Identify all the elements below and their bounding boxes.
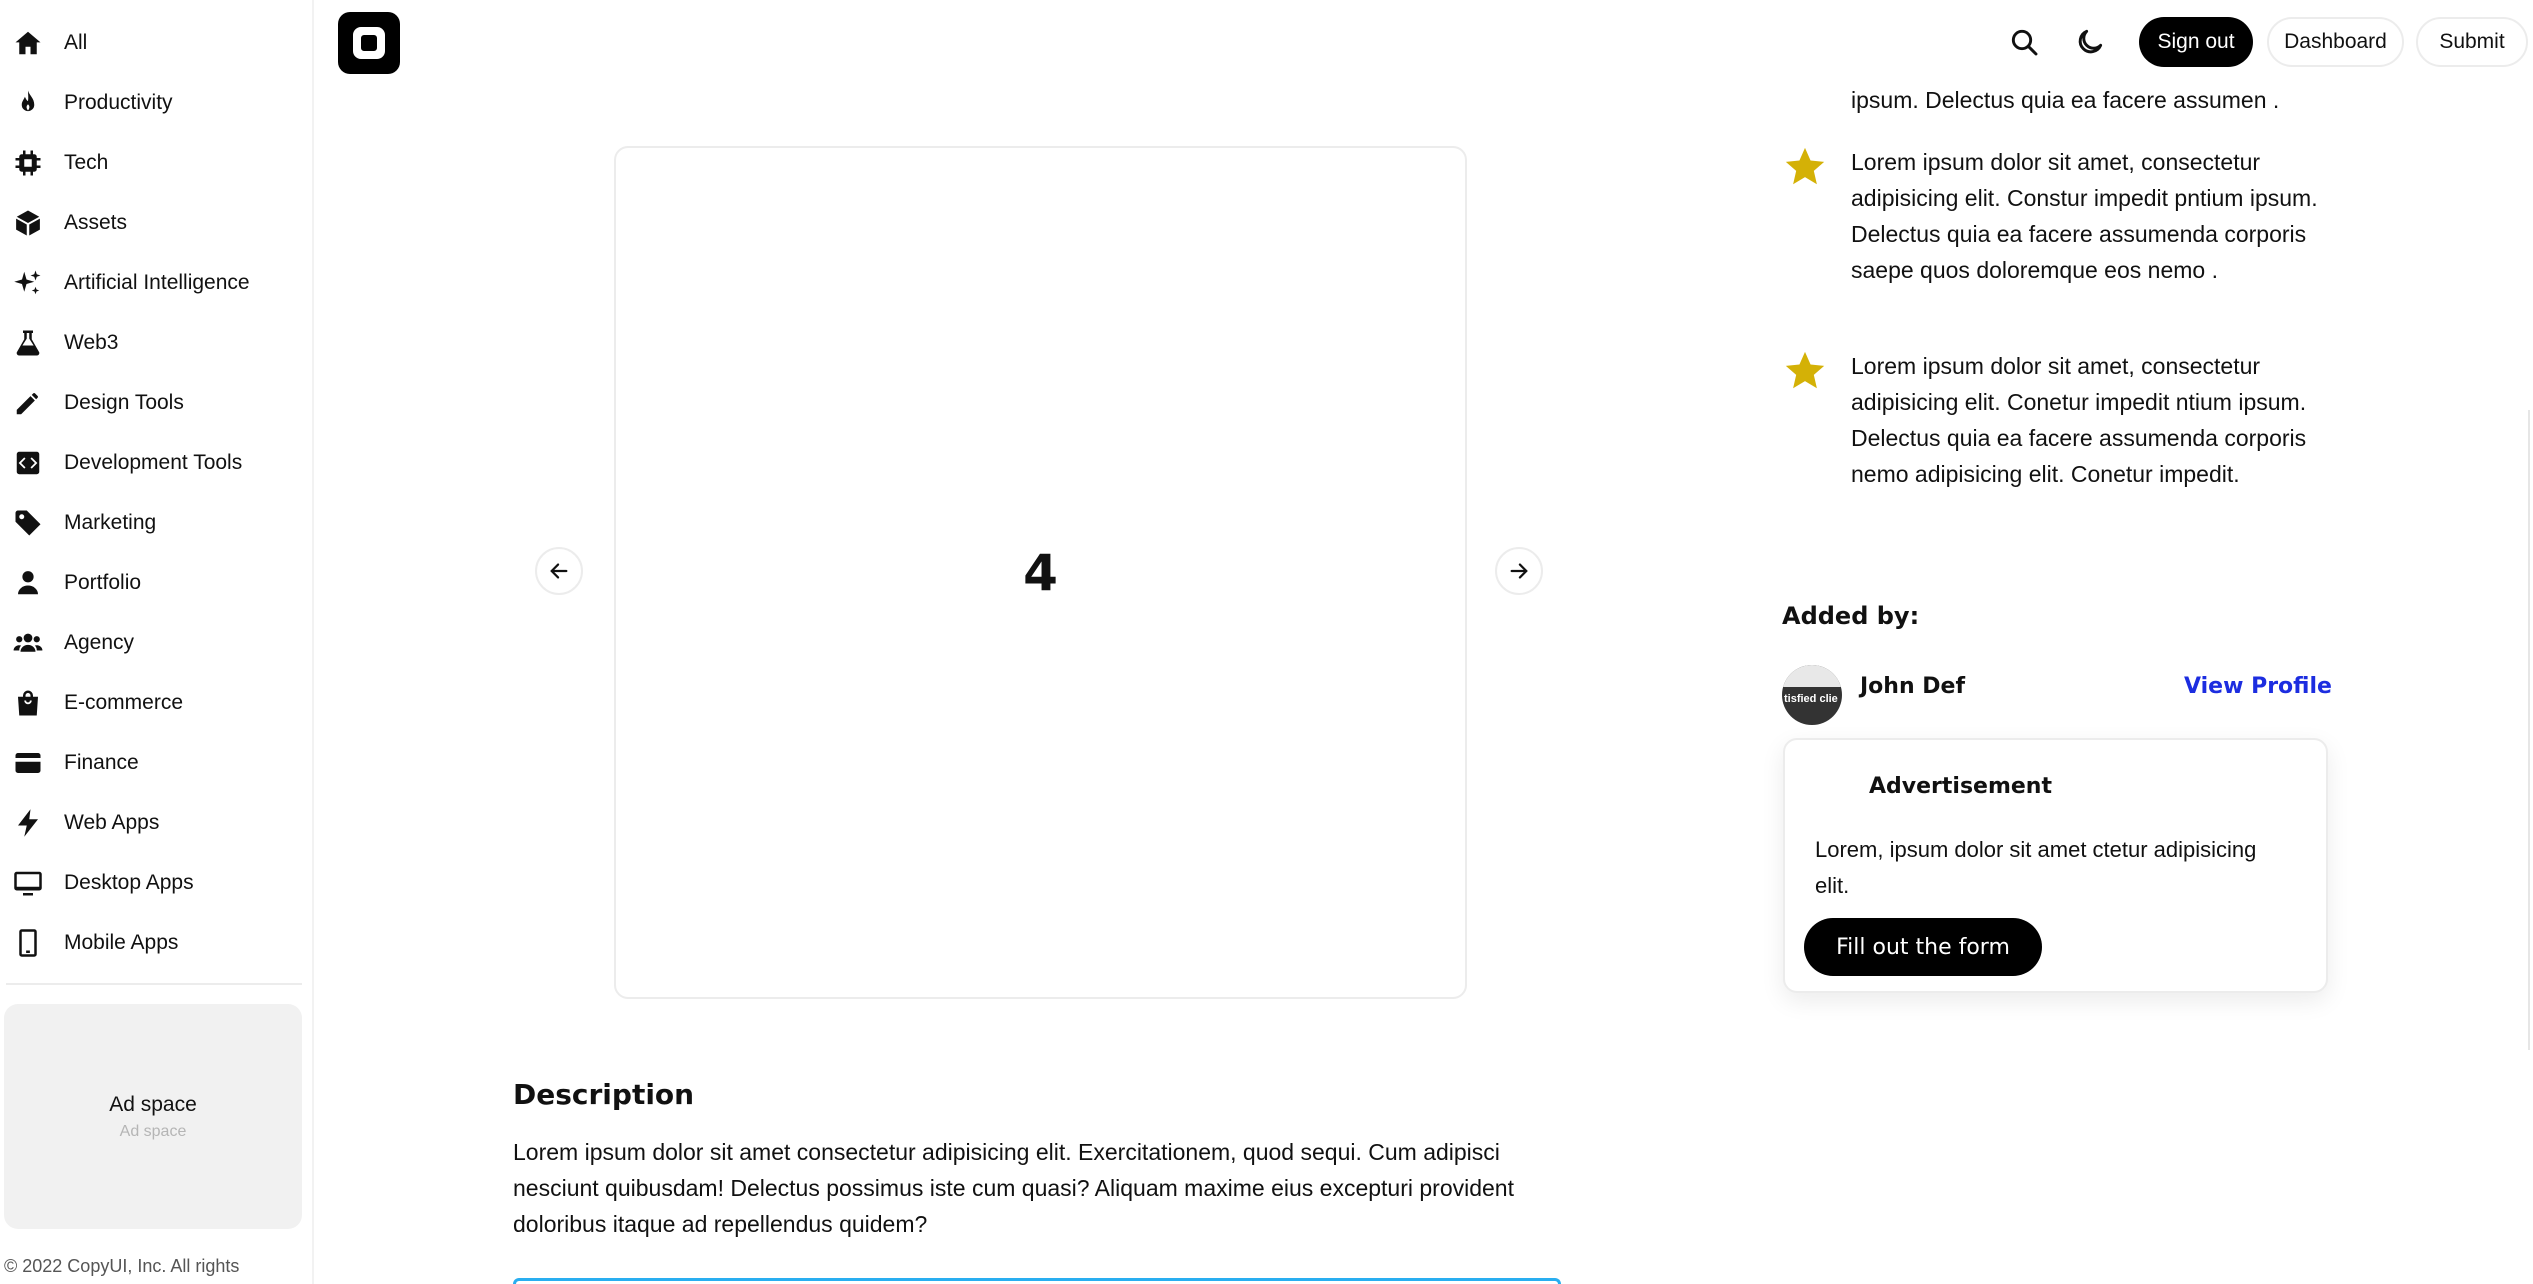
sidebar-item-label: E-commerce (64, 691, 184, 714)
sidebar-item-tech[interactable]: Tech (12, 138, 302, 188)
advertisement-text: Lorem, ipsum dolor sit amet ctetur adipi… (1815, 837, 2257, 898)
dashboard-button[interactable]: Dashboard (2267, 17, 2404, 67)
sidebar-item-label: Agency (64, 631, 135, 654)
sidebar-item-label: Marketing (64, 511, 157, 534)
logo[interactable] (338, 12, 400, 74)
tag-icon (12, 507, 44, 539)
sidebar-item-mobile-apps[interactable]: Mobile Apps (12, 918, 302, 968)
avatar[interactable]: tisfied clie (1782, 665, 1842, 725)
arrow-right-icon (1510, 563, 1528, 579)
carousel-prev-button[interactable] (535, 547, 583, 595)
home-icon (12, 27, 44, 59)
sidebar-divider (6, 983, 302, 985)
sign-out-button[interactable]: Sign out (2139, 17, 2253, 67)
sidebar-item-portfolio[interactable]: Portfolio (12, 558, 302, 608)
sidebar-item-desktop-apps[interactable]: Desktop Apps (12, 858, 302, 908)
theme-toggle-button[interactable] (2070, 22, 2110, 62)
ad-space-title: Ad space (109, 1092, 197, 1116)
sidebar-item-label: Web Apps (64, 811, 160, 834)
mobile-icon (12, 927, 44, 959)
flask-icon (12, 327, 44, 359)
sidebar-item-productivity[interactable]: Productivity (12, 78, 302, 128)
sidebar-item-label: Productivity (64, 91, 173, 114)
slide-number: 4 (1023, 543, 1058, 602)
bolt-icon (12, 807, 44, 839)
sidebar-item-artificial-intelligence[interactable]: Artificial Intelligence (12, 258, 302, 308)
bottom-card-edge (513, 1278, 1561, 1284)
view-profile-link[interactable]: View Profile (2184, 674, 2332, 699)
carousel-next-button[interactable] (1495, 547, 1543, 595)
review-text-partial: ipsum. Delectus quia ea facere assumen . (1851, 87, 2280, 113)
star-icon (1785, 147, 1825, 185)
logo-icon (353, 27, 385, 59)
advertisement-card: Advertisement Lorem, ipsum dolor sit ame… (1783, 738, 2328, 993)
pencil-icon (12, 387, 44, 419)
sidebar-item-finance[interactable]: Finance (12, 738, 302, 788)
shopping-bag-icon (12, 687, 44, 719)
avatar-image-text: tisfied clie (1784, 693, 1838, 705)
credit-card-icon (12, 747, 44, 779)
sidebar-item-web-apps[interactable]: Web Apps (12, 798, 302, 848)
submit-button[interactable]: Submit (2416, 17, 2528, 67)
moon-icon (2078, 29, 2103, 54)
sidebar-item-label: Finance (64, 751, 139, 774)
copyright-text: © 2022 CopyUI, Inc. All rights (4, 1256, 240, 1276)
fire-icon (12, 87, 44, 119)
sidebar-item-label: Development Tools (64, 451, 243, 474)
star-icon (1785, 351, 1825, 389)
sidebar-item-agency[interactable]: Agency (12, 618, 302, 668)
sidebar-item-e-commerce[interactable]: E-commerce (12, 678, 302, 728)
carousel-slide: 4 (614, 146, 1467, 999)
search-button[interactable] (2004, 22, 2044, 62)
sidebar-item-development-tools[interactable]: Development Tools (12, 438, 302, 488)
sparkles-icon (12, 267, 44, 299)
users-icon (12, 627, 44, 659)
user-icon (12, 567, 44, 599)
advertisement-title: Advertisement (1869, 774, 2052, 799)
sidebar-ad-space[interactable]: Ad space Ad space (4, 1004, 302, 1229)
sidebar-item-label: All (64, 31, 88, 54)
sidebar-item-label: Artificial Intelligence (64, 271, 250, 294)
sidebar-item-design-tools[interactable]: Design Tools (12, 378, 302, 428)
author-name: John Def (1860, 674, 1966, 699)
code-icon (12, 447, 44, 479)
arrow-left-icon (550, 563, 568, 579)
review-text: Lorem ipsum dolor sit amet, consectetur … (1851, 353, 2307, 487)
desktop-icon (12, 867, 44, 899)
scrollbar[interactable] (2528, 410, 2530, 1050)
description-text: Lorem ipsum dolor sit amet consectetur a… (513, 1139, 1514, 1237)
fill-out-form-button[interactable]: Fill out the form (1804, 918, 2042, 976)
sidebar-item-web3[interactable]: Web3 (12, 318, 302, 368)
chip-icon (12, 147, 44, 179)
search-icon (2011, 29, 2038, 56)
sidebar-item-label: Mobile Apps (64, 931, 179, 954)
sidebar-item-label: Design Tools (64, 391, 184, 414)
sidebar-item-label: Web3 (64, 331, 119, 354)
ad-space-subtitle: Ad space (119, 1122, 187, 1140)
sidebar-item-label: Assets (64, 211, 128, 234)
description-heading: Description (513, 1078, 695, 1111)
sidebar: All Productivity Tech Assets Artificial Inte… (0, 0, 314, 1284)
avatar-image-top (1782, 665, 1842, 687)
cube-icon (12, 207, 44, 239)
sidebar-item-all[interactable]: All (12, 18, 302, 68)
added-by-heading: Added by: (1782, 602, 1920, 630)
review-text: Lorem ipsum dolor sit amet, consectetur … (1851, 149, 2318, 283)
sidebar-item-assets[interactable]: Assets (12, 198, 302, 248)
sidebar-item-label: Tech (64, 151, 109, 174)
sidebar-item-label: Desktop Apps (64, 871, 194, 894)
sidebar-item-marketing[interactable]: Marketing (12, 498, 302, 548)
sidebar-item-label: Portfolio (64, 571, 142, 594)
